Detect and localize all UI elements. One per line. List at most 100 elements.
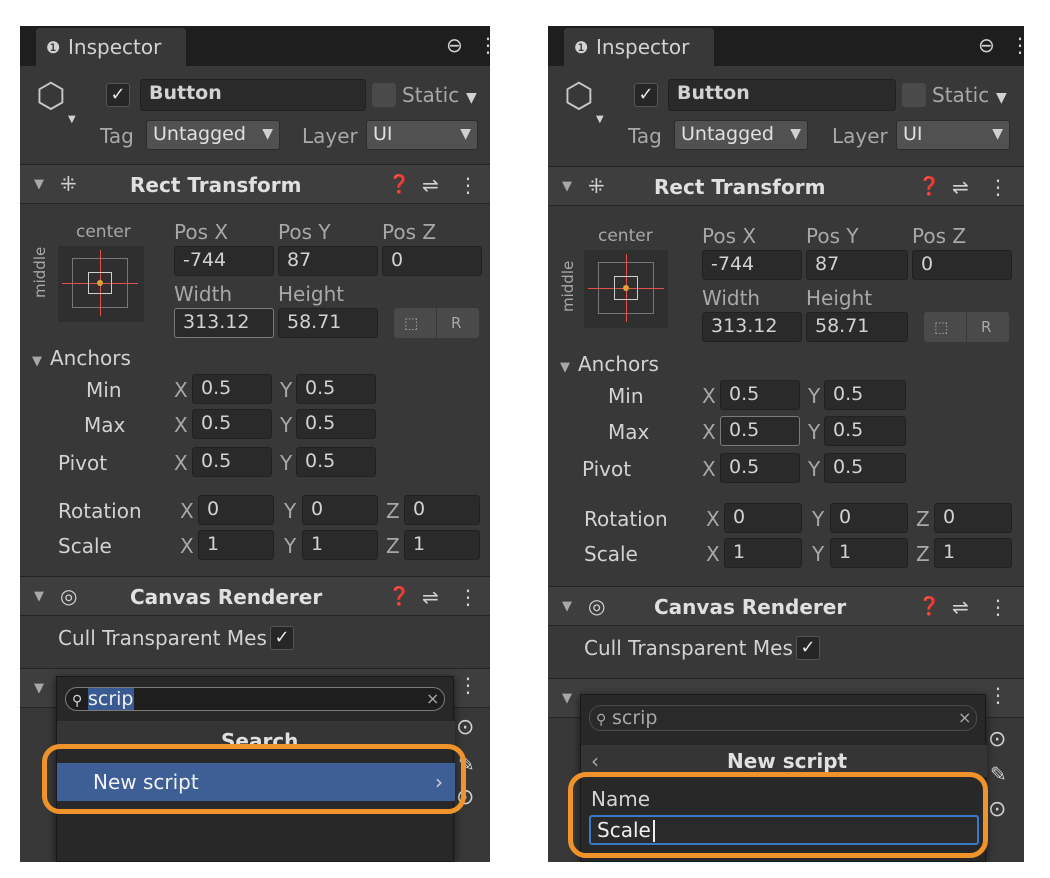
pos-x-field[interactable]: -744: [702, 250, 802, 280]
pos-z-field[interactable]: 0: [382, 246, 482, 276]
min-y-field[interactable]: 0.5: [296, 374, 376, 404]
pos-y-label: Pos Y: [278, 220, 331, 244]
layer-dropdown[interactable]: UI ▼: [366, 120, 478, 150]
scale-y-field[interactable]: 1: [830, 538, 908, 568]
max-x-field[interactable]: 0.5: [720, 416, 800, 446]
static-dropdown-caret-icon[interactable]: ▼: [996, 86, 1007, 110]
max-x-field[interactable]: 0.5: [192, 409, 272, 439]
height-field[interactable]: 58.71: [278, 308, 378, 338]
preset-icon[interactable]: ⇌: [952, 595, 969, 619]
help-icon[interactable]: ❓: [918, 175, 940, 199]
anchors-foldout-icon[interactable]: ▼: [32, 350, 42, 374]
help-icon[interactable]: ❓: [388, 173, 410, 197]
static-checkbox[interactable]: [902, 83, 926, 107]
cull-transparent-checkbox[interactable]: ✓: [270, 626, 294, 650]
max-label: Max: [84, 413, 126, 437]
rot-x-label: X: [706, 507, 720, 531]
static-checkbox[interactable]: [372, 83, 396, 107]
height-field[interactable]: 58.71: [806, 312, 908, 342]
max-label: Max: [608, 420, 650, 444]
canvas-renderer-header[interactable]: ▼ ◎ Canvas Renderer ❓ ⇌ ⋮: [548, 586, 1024, 626]
component-menu-icon[interactable]: ⋮: [458, 173, 478, 197]
eyedropper-icon[interactable]: ✎: [990, 762, 1007, 786]
more-menu-icon[interactable]: ⋮: [1010, 33, 1024, 57]
component-menu-icon[interactable]: ⋮: [458, 585, 478, 609]
gameobject-cube-icon[interactable]: ⬡: [564, 78, 594, 114]
pivot-label: Pivot: [58, 451, 108, 475]
rotation-z-field[interactable]: 0: [404, 495, 480, 525]
blueprint-mode-button[interactable]: ⬚: [394, 308, 436, 338]
pivot-x-field[interactable]: 0.5: [720, 453, 800, 483]
preset-icon[interactable]: ⇌: [422, 173, 439, 197]
tag-dropdown[interactable]: Untagged ▼: [146, 120, 280, 150]
rect-transform-header[interactable]: ▼ ⁜ Rect Transform ❓ ⇌ ⋮: [20, 164, 490, 204]
rect-transform-header[interactable]: ▼ ⁜ Rect Transform ❓ ⇌ ⋮: [548, 166, 1024, 206]
inspector-tab[interactable]: ❶ Inspector: [36, 28, 186, 66]
pos-y-field[interactable]: 87: [278, 246, 378, 276]
active-checkbox[interactable]: ✓: [634, 83, 658, 107]
scale-y-field[interactable]: 1: [302, 530, 378, 560]
inspector-tab[interactable]: ❶ Inspector: [564, 28, 714, 66]
back-arrow-icon[interactable]: ‹: [591, 749, 599, 773]
component-menu-icon[interactable]: ⋮: [988, 175, 1008, 199]
lock-icon[interactable]: ⊖: [978, 33, 995, 57]
pivot-y-field[interactable]: 0.5: [296, 447, 376, 477]
object-name-field[interactable]: Button: [668, 79, 896, 111]
object-picker-icon[interactable]: ⊙: [988, 798, 1006, 822]
pos-x-field[interactable]: -744: [174, 246, 274, 276]
scale-z-field[interactable]: 1: [404, 530, 480, 560]
static-dropdown-caret-icon[interactable]: ▼: [466, 86, 477, 110]
rotation-x-field[interactable]: 0: [724, 503, 802, 533]
object-name-field[interactable]: Button: [140, 79, 366, 111]
scale-x-field[interactable]: 1: [724, 538, 802, 568]
min-label: Min: [86, 378, 122, 402]
rotation-y-field[interactable]: 0: [830, 503, 908, 533]
min-x-field[interactable]: 0.5: [720, 380, 800, 410]
search-text: scrip: [612, 707, 658, 729]
clear-search-icon[interactable]: ×: [958, 707, 971, 729]
help-icon[interactable]: ❓: [918, 595, 940, 619]
rot-z-label: Z: [916, 507, 930, 531]
rotation-z-field[interactable]: 0: [934, 503, 1012, 533]
component-menu-icon[interactable]: ⋮: [988, 595, 1008, 619]
component-menu-icon[interactable]: ⋮: [458, 673, 478, 697]
anchor-preset-button[interactable]: [584, 250, 668, 328]
anchors-foldout-icon[interactable]: ▼: [560, 356, 570, 380]
scale-z-field[interactable]: 1: [934, 538, 1012, 568]
object-picker-icon[interactable]: ⊙: [988, 728, 1006, 752]
clear-search-icon[interactable]: ×: [426, 688, 439, 710]
lock-icon[interactable]: ⊖: [446, 33, 463, 57]
max-y-field[interactable]: 0.5: [824, 416, 906, 446]
preset-icon[interactable]: ⇌: [952, 175, 969, 199]
canvas-renderer-header[interactable]: ▼ ◎ Canvas Renderer ❓ ⇌ ⋮: [20, 576, 490, 616]
preset-icon[interactable]: ⇌: [422, 585, 439, 609]
more-menu-icon[interactable]: ⋮: [478, 33, 490, 57]
raw-edit-button[interactable]: R: [437, 308, 479, 338]
width-field[interactable]: 313.12: [174, 308, 274, 338]
max-y-field[interactable]: 0.5: [296, 409, 376, 439]
blueprint-mode-button[interactable]: ⬚: [924, 312, 966, 342]
raw-edit-button[interactable]: R: [967, 312, 1009, 342]
tag-dropdown[interactable]: Untagged ▼: [674, 120, 808, 150]
rot-x-label: X: [180, 499, 194, 523]
scale-x-field[interactable]: 1: [198, 530, 274, 560]
rotation-y-field[interactable]: 0: [302, 495, 378, 525]
object-picker-icon[interactable]: ⊙: [456, 716, 474, 740]
anchor-preset-button[interactable]: [58, 246, 144, 322]
pivot-x-field[interactable]: 0.5: [192, 447, 272, 477]
pos-z-field[interactable]: 0: [912, 250, 1012, 280]
search-input[interactable]: ⚲ scrip ×: [589, 705, 977, 731]
layer-dropdown[interactable]: UI ▼: [896, 120, 1010, 150]
rotation-x-field[interactable]: 0: [198, 495, 274, 525]
min-x-field[interactable]: 0.5: [192, 374, 272, 404]
gameobject-cube-icon[interactable]: ⬡: [36, 78, 66, 114]
help-icon[interactable]: ❓: [388, 585, 410, 609]
pos-y-field[interactable]: 87: [806, 250, 908, 280]
pivot-y-field[interactable]: 0.5: [824, 453, 906, 483]
cull-transparent-checkbox[interactable]: ✓: [796, 636, 820, 660]
width-field[interactable]: 313.12: [702, 312, 802, 342]
active-checkbox[interactable]: ✓: [106, 83, 130, 107]
component-menu-icon[interactable]: ⋮: [988, 683, 1008, 707]
min-y-field[interactable]: 0.5: [824, 380, 906, 410]
search-input[interactable]: ⚲ scrip ×: [65, 687, 445, 711]
